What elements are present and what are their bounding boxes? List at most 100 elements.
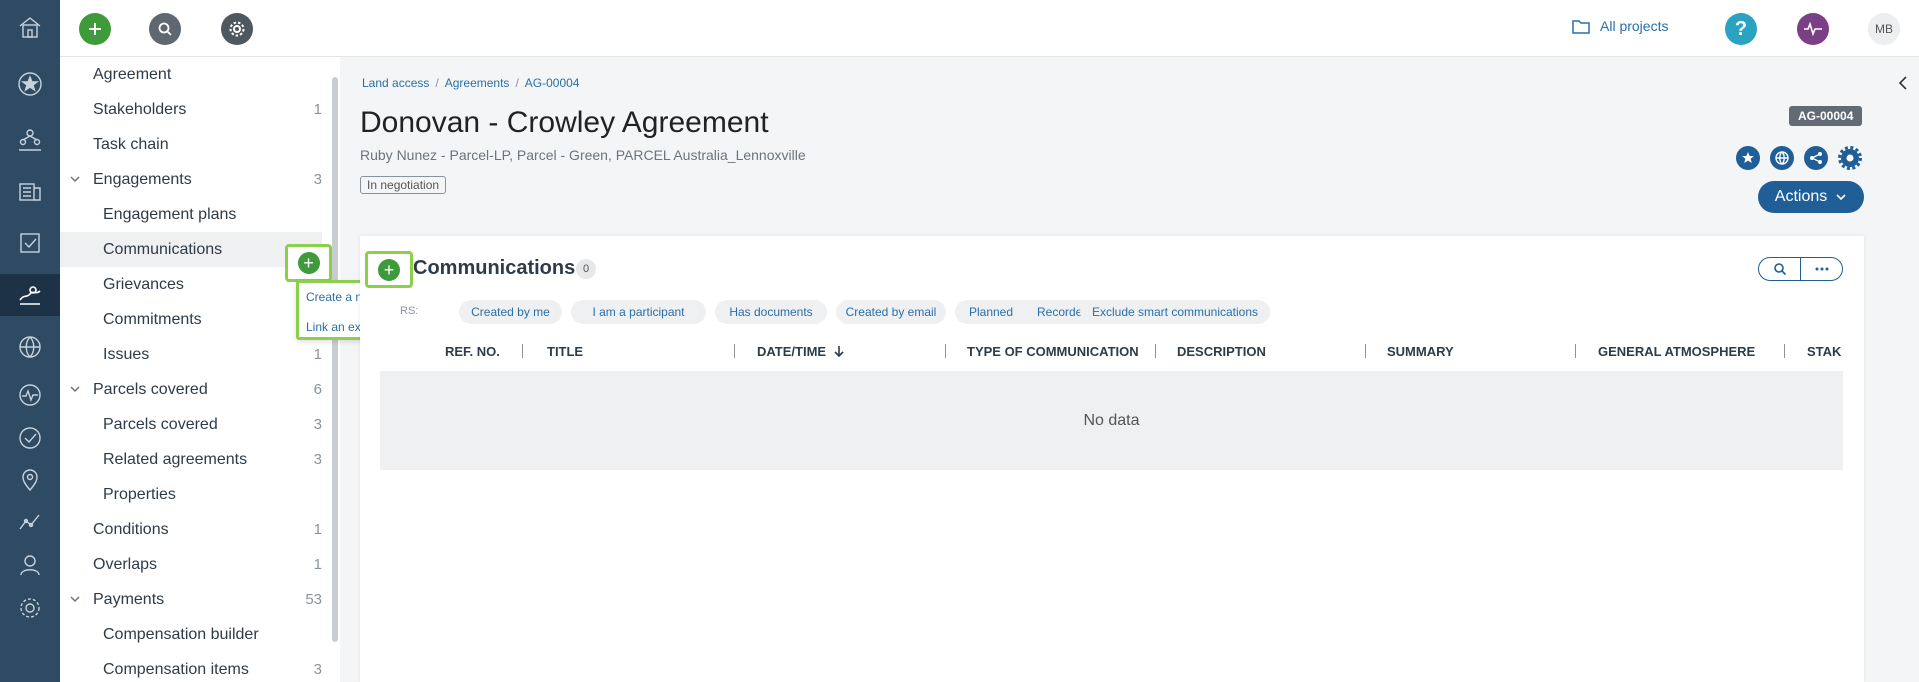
filter-planned-recorded-group: Planned Recorded <box>955 300 1099 324</box>
tasks-icon[interactable] <box>0 222 60 264</box>
help-icon[interactable]: ? <box>1725 13 1757 45</box>
sidebar-item-count: 3 <box>313 661 322 678</box>
sidebar-item-conditions[interactable]: Conditions 1 <box>60 512 322 547</box>
sidebar-item-label: Properties <box>103 485 176 503</box>
column-divider[interactable] <box>734 344 735 358</box>
gear-icon[interactable] <box>221 13 253 45</box>
actions-button[interactable]: Actions <box>1758 181 1864 213</box>
sidebar-item-issues[interactable]: Issues 1 <box>60 337 322 372</box>
sidebar-item-engagements[interactable]: Engagements 3 <box>60 162 322 197</box>
sidebar-item-grievances[interactable]: Grievances <box>60 267 322 302</box>
sidebar-item-label: Parcels covered <box>103 415 218 433</box>
sidebar-item-commitments[interactable]: Commitments <box>60 302 322 337</box>
filter-created-by-email[interactable]: Created by email <box>836 300 946 324</box>
globe-icon[interactable] <box>1770 146 1794 170</box>
breadcrumb-land-access[interactable]: Land access <box>362 76 429 90</box>
favorite-star-icon[interactable] <box>1736 146 1760 170</box>
sidebar-item-engagement-plans[interactable]: Engagement plans <box>60 197 322 232</box>
breadcrumb-agreements[interactable]: Agreements <box>445 76 510 90</box>
panel-title: Communications <box>413 257 576 279</box>
land-access-icon[interactable] <box>0 274 60 316</box>
collapse-panel-icon[interactable] <box>1897 76 1909 95</box>
search-icon[interactable] <box>149 13 181 45</box>
sidebar-item-parcels-covered-group[interactable]: Parcels covered 6 <box>60 372 322 407</box>
projects-icon[interactable] <box>0 170 60 212</box>
stakeholders-icon[interactable] <box>0 118 60 160</box>
sidebar-item-stakeholders[interactable]: Stakeholders 1 <box>60 92 322 127</box>
filter-planned[interactable]: Planned <box>955 300 1027 324</box>
column-header-description[interactable]: DESCRIPTION <box>1177 344 1266 359</box>
all-projects-link[interactable]: All projects <box>1572 18 1668 34</box>
sidebar-item-label: Task chain <box>93 135 169 153</box>
sidebar-item-label: Compensation items <box>103 660 249 678</box>
plus-icon: + <box>378 258 400 281</box>
sidebar-item-task-chain[interactable]: Task chain <box>60 127 322 162</box>
sidebar-item-label: Agreement <box>93 65 172 83</box>
column-header-title[interactable]: TITLE <box>547 344 583 359</box>
empty-state: No data <box>380 371 1843 470</box>
settings-gear-icon[interactable] <box>1838 146 1862 170</box>
sidebar-item-related-agreements[interactable]: Related agreements 3 <box>60 442 322 477</box>
folder-icon <box>1572 20 1590 34</box>
add-icon[interactable] <box>79 13 111 45</box>
column-header-ref-no[interactable]: REF. NO. <box>445 344 500 359</box>
column-divider[interactable] <box>1155 344 1156 358</box>
page-title: Donovan - Crowley Agreement <box>360 106 769 139</box>
column-divider[interactable] <box>1575 344 1576 358</box>
chevron-down-icon <box>1836 194 1846 201</box>
user-icon[interactable] <box>0 544 60 586</box>
column-divider[interactable] <box>1365 344 1366 358</box>
sidebar-item-agreement[interactable]: Agreement <box>60 57 322 92</box>
sidebar-item-count: 1 <box>313 521 322 538</box>
home-icon[interactable] <box>0 6 60 48</box>
record-sidebar: Agreement Stakeholders 1 Task chain Engag… <box>60 57 340 682</box>
location-icon[interactable] <box>0 459 60 501</box>
column-divider[interactable] <box>945 344 946 358</box>
column-divider[interactable] <box>1784 344 1785 358</box>
filter-exclude-smart[interactable]: Exclude smart communications <box>1080 300 1270 324</box>
chevron-down-icon[interactable] <box>69 173 81 185</box>
more-icon <box>1815 267 1828 271</box>
pulse-icon[interactable] <box>1797 13 1829 45</box>
chevron-down-icon[interactable] <box>69 383 81 395</box>
sidebar-item-overlaps[interactable]: Overlaps 1 <box>60 547 322 582</box>
filter-created-by-me[interactable]: Created by me <box>459 300 562 324</box>
sidebar-item-label: Commitments <box>103 310 202 328</box>
activity-icon[interactable] <box>0 374 60 416</box>
globe-icon[interactable] <box>0 326 60 368</box>
filter-i-am-participant[interactable]: I am a participant <box>571 300 706 324</box>
breadcrumb-current[interactable]: AG-00004 <box>525 76 580 90</box>
sidebar-item-count: 3 <box>313 171 322 188</box>
sidebar-item-compensation-builder[interactable]: Compensation builder <box>60 617 322 652</box>
sidebar-item-label: Stakeholders <box>93 100 187 118</box>
panel-count-badge: 0 <box>576 259 596 279</box>
analytics-icon[interactable] <box>0 501 60 543</box>
sidebar-item-communications[interactable]: Communications <box>60 232 322 267</box>
share-icon[interactable] <box>1804 146 1828 170</box>
column-header-stakeholders[interactable]: STAK <box>1807 344 1841 359</box>
chevron-down-icon[interactable] <box>69 593 81 605</box>
column-header-date-time[interactable]: DATE/TIME <box>757 344 845 359</box>
column-header-type[interactable]: TYPE OF COMMUNICATION <box>967 344 1139 359</box>
column-header-summary[interactable]: SUMMARY <box>1387 344 1454 359</box>
panel-search-button[interactable] <box>1759 258 1800 280</box>
settings-icon[interactable] <box>0 587 60 629</box>
avatar[interactable]: MB <box>1868 13 1900 45</box>
panel-more-button[interactable] <box>1800 258 1842 280</box>
sidebar-item-compensation-items[interactable]: Compensation items 3 <box>60 652 322 682</box>
sidebar-item-payments[interactable]: Payments 53 <box>60 582 322 617</box>
column-header-general-atmosphere[interactable]: GENERAL ATMOSPHERE <box>1598 344 1755 359</box>
sidebar-item-label: Payments <box>93 590 165 608</box>
sidebar-item-parcels-covered[interactable]: Parcels covered 3 <box>60 407 322 442</box>
sidebar-item-properties[interactable]: Properties <box>60 477 322 512</box>
add-communication-card-button[interactable]: + <box>365 251 413 288</box>
check-icon[interactable] <box>0 417 60 459</box>
sidebar-scrollbar[interactable] <box>332 77 338 642</box>
filter-has-documents[interactable]: Has documents <box>715 300 827 324</box>
sidebar-item-label: Grievances <box>103 275 184 293</box>
favorites-icon[interactable] <box>0 63 60 105</box>
column-divider[interactable] <box>522 344 523 358</box>
add-communication-button[interactable]: + <box>285 244 332 282</box>
all-projects-label: All projects <box>1600 18 1669 34</box>
sidebar-item-label: Engagements <box>93 170 192 188</box>
